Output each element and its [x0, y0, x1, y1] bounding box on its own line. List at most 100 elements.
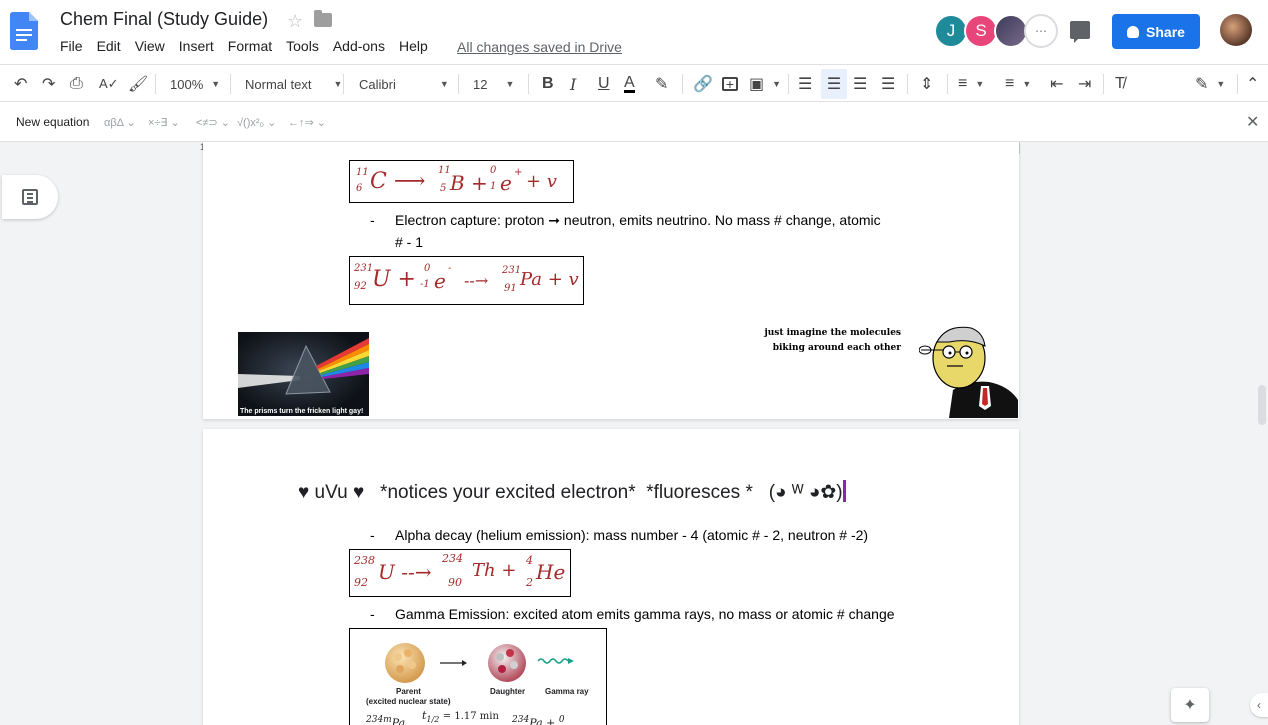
document-workspace[interactable]: 1 1 2 3 4 5 6 7 11 6 C ⟶ 11 5 B + 0 1 e … — [0, 142, 1268, 725]
save-status-link[interactable]: All changes saved in Drive — [457, 39, 622, 55]
menu-addons[interactable]: Add-ons — [333, 38, 385, 54]
element-symbol: e — [434, 269, 446, 293]
vertical-scrollbar[interactable] — [1258, 385, 1266, 425]
formatting-toolbar: ↶ ↷ ⎙ A✓ 🖌 100% ▼ Normal text ▼ Calibri ▼ 1… — [0, 64, 1268, 102]
meme-caption: just imagine the molecules biking around… — [753, 326, 901, 356]
reaction-arrow: --→ — [464, 271, 489, 290]
paragraph-style-select[interactable]: Normal text ▼ — [245, 65, 342, 103]
menu-help[interactable]: Help — [399, 38, 428, 54]
atomic-number: 1 — [490, 181, 497, 192]
menu-insert[interactable]: Insert — [179, 38, 214, 54]
chat-icon[interactable]: ⋯ — [1024, 14, 1058, 48]
chevron-down-icon: ▼ — [211, 79, 221, 89]
increase-indent-icon[interactable]: ⇥ — [1078, 65, 1091, 103]
comments-icon[interactable] — [1070, 21, 1090, 43]
list-bullet: - — [370, 527, 375, 543]
side-panel-toggle-icon[interactable]: ‹ — [1250, 693, 1268, 717]
print-icon[interactable]: ⎙ — [70, 65, 83, 103]
document-outline-button[interactable] — [2, 175, 58, 219]
underline-button[interactable]: U — [598, 65, 610, 103]
align-center-icon[interactable]: ☰ — [821, 69, 847, 99]
collaborator-avatar-j[interactable]: J — [934, 14, 968, 48]
plus-sign: + — [546, 716, 556, 725]
element-symbol: Th + — [472, 560, 517, 581]
menu-file[interactable]: File — [60, 38, 83, 54]
atomic-number: 90 — [448, 576, 462, 589]
relations-menu[interactable]: <≠⊃ ⌄ — [196, 116, 230, 129]
charge: + — [514, 167, 523, 178]
star-icon[interactable]: ☆ — [287, 11, 303, 32]
font-size-select[interactable]: 12 ▼ — [473, 65, 514, 103]
chevron-down-icon: ▼ — [333, 79, 343, 89]
insert-comment-icon[interactable]: + — [722, 65, 738, 103]
meme-caption-line: just imagine the molecules — [764, 328, 901, 338]
collaborator-avatar-s[interactable]: S — [964, 14, 998, 48]
share-button[interactable]: Share — [1112, 14, 1200, 49]
element-symbol: He — [536, 560, 566, 584]
collaborator-avatar-photo[interactable] — [994, 14, 1028, 48]
mass-number: 4 — [526, 554, 533, 567]
math-operators-menu[interactable]: √()x²₀ ⌄ — [237, 116, 276, 129]
document-title[interactable]: Chem Final (Study Guide) — [60, 9, 268, 30]
element-symbol: U --→ — [378, 560, 432, 584]
align-left-icon[interactable]: ☰ — [798, 65, 812, 103]
menu-tools[interactable]: Tools — [286, 38, 319, 54]
decrease-indent-icon[interactable]: ⇤ — [1050, 65, 1063, 103]
bulleted-list-icon[interactable]: ≡ ▼ — [1005, 65, 1031, 103]
highlight-icon[interactable]: ✎ — [655, 65, 668, 103]
close-icon[interactable]: ✕ — [1246, 112, 1259, 132]
handwritten-equation-beta-plus: 11 6 C ⟶ 11 5 B + 0 1 e + + v — [349, 160, 574, 203]
numbered-list-icon[interactable]: ≡ ▼ — [958, 65, 984, 103]
document-page[interactable]: 11 6 C ⟶ 11 5 B + 0 1 e + + v - Electron… — [203, 142, 1019, 419]
undo-icon[interactable]: ↶ — [14, 65, 27, 103]
title-bar: Chem Final (Study Guide) ☆ File Edit Vie… — [0, 0, 1268, 64]
align-right-icon[interactable]: ☰ — [853, 65, 867, 103]
element-symbol: e — [500, 171, 512, 195]
mass-number: 0 — [490, 165, 497, 176]
half-life-subscript: 1/2 — [426, 715, 440, 725]
justify-icon[interactable]: ☰ — [881, 65, 895, 103]
menu-view[interactable]: View — [135, 38, 165, 54]
zoom-select[interactable]: 100% ▼ — [170, 65, 220, 103]
prism-meme-image: The prisms turn the fricken light gay! — [238, 332, 369, 416]
bold-button[interactable]: B — [542, 65, 554, 103]
menu-edit[interactable]: Edit — [97, 38, 121, 54]
element-symbol: Pa + v — [520, 269, 579, 290]
spellcheck-icon[interactable]: A✓ — [99, 65, 119, 103]
daughter-symbol: Pa — [529, 716, 543, 725]
font-size-value: 12 — [473, 76, 488, 92]
menu-format[interactable]: Format — [228, 38, 272, 54]
greek-letters-menu[interactable]: αβΔ ⌄ — [104, 116, 136, 129]
editing-mode-icon[interactable]: ✎ ▼ — [1195, 65, 1225, 103]
collaborator-avatars: J S ⋯ — [934, 14, 1058, 48]
gamma-emission-figure: Parent (excited nuclear state) Daughter … — [349, 628, 607, 725]
half-life-label: t1/2 = 1.17 min — [422, 709, 499, 724]
explore-icon[interactable]: ✦ — [1171, 688, 1209, 722]
line-spacing-icon[interactable]: ⇕ — [920, 65, 933, 103]
atomic-number: 91 — [504, 283, 517, 294]
gamma-mass: 0 — [558, 715, 565, 725]
paint-format-icon[interactable]: 🖌 — [128, 65, 148, 103]
account-avatar[interactable] — [1220, 14, 1252, 46]
font-select[interactable]: Calibri ▼ — [359, 65, 449, 103]
clear-formatting-icon[interactable]: T̸ — [1115, 65, 1125, 103]
move-folder-icon[interactable] — [314, 10, 332, 27]
daughter-nuclide: 234Pa + 0 — [512, 715, 565, 725]
text-color-button[interactable]: A — [624, 65, 635, 103]
misc-operations-menu[interactable]: ×÷∃ ⌄ — [148, 116, 180, 129]
google-docs-logo-icon[interactable] — [10, 12, 38, 50]
link-icon[interactable]: 🔗 — [693, 65, 713, 103]
insert-image-icon[interactable]: ▣ ▼ — [749, 65, 781, 103]
redo-icon[interactable]: ↷ — [42, 65, 55, 103]
document-page[interactable]: ♥ uVu ♥ *notices your excited electron* … — [203, 429, 1019, 725]
collapse-menu-icon[interactable]: ⌃ — [1246, 65, 1259, 103]
daughter-mass: 234 — [512, 715, 530, 725]
element-symbol: U + — [372, 267, 416, 292]
parent-label: Parent — [396, 687, 421, 696]
chevron-down-icon: ▼ — [1022, 79, 1032, 89]
handwritten-equation-electron-capture: 231 92 U + 0 -1 e - --→ 231 91 Pa + v — [349, 256, 584, 305]
italic-button[interactable]: I — [570, 65, 576, 103]
arrows-menu[interactable]: ←↑⇒ ⌄ — [288, 116, 326, 129]
new-equation-button[interactable]: New equation — [16, 115, 89, 129]
font-value: Calibri — [359, 76, 396, 92]
